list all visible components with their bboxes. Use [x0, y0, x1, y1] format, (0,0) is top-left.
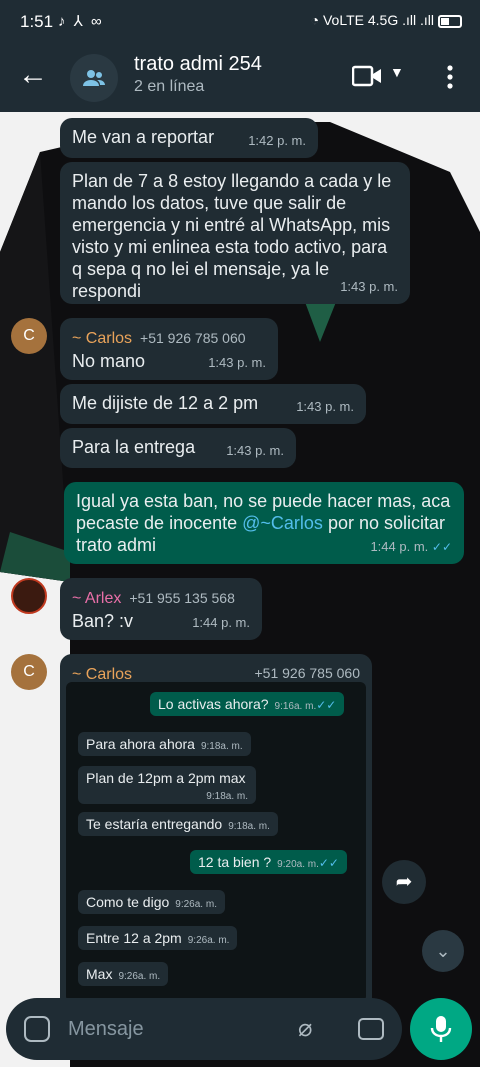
chat-header: ← trato admi 254 2 en línea ▼	[0, 44, 480, 112]
emoji-icon[interactable]	[24, 1016, 50, 1042]
message-bubble[interactable]: Plan de 7 a 8 estoy llegando a cada y le…	[60, 162, 410, 304]
battery-icon	[438, 14, 462, 28]
group-icon	[83, 70, 105, 86]
scroll-down-icon[interactable]: ⌄	[422, 930, 464, 972]
group-avatar[interactable]	[70, 54, 118, 102]
online-count: 2 en línea	[134, 78, 205, 95]
message-text: Me dijiste de 12 a 2 pm	[72, 393, 259, 413]
screenshot-image[interactable]: Lo activas ahora? 9:16a. m.✓✓ Para ahora …	[66, 682, 366, 1002]
screenshot-message-outgoing: 12 ta bien ? 9:20a. m.✓✓	[190, 850, 347, 874]
message-text: Me van a reportar	[72, 127, 215, 147]
message-time: 1:43 p. m.	[226, 443, 284, 458]
status-bar: 1:51 ♪ ⅄ ∞ ◔ VoLTE 4.5G .ıll .ıll	[0, 0, 480, 44]
sender-name[interactable]: ~ Arlex	[72, 590, 121, 607]
screenshot-message: Para ahora ahora 9:18a. m.	[78, 732, 251, 756]
message-time: 1:43 p. m.	[208, 355, 266, 370]
mention-link[interactable]: @~Carlos	[242, 513, 323, 533]
message-bubble-outgoing[interactable]: Igual ya esta ban, no se puede hacer mas…	[64, 482, 464, 564]
message-text: Para la entrega	[72, 437, 196, 457]
read-ticks-icon: ✓✓	[318, 856, 339, 870]
chat-area[interactable]: Me van a reportar 1:42 p. m. Plan de 7 a…	[0, 112, 480, 1067]
avatar-carlos[interactable]: C	[11, 318, 47, 354]
more-options-icon[interactable]	[438, 62, 462, 92]
screenshot-message: Entre 12 a 2pm 9:26a. m.	[78, 926, 238, 950]
sender-phone: +51 926 785 060	[254, 665, 361, 681]
mic-icon	[430, 1016, 452, 1042]
message-time: 1:42 p. m.	[248, 133, 306, 148]
message-time: 1:44 p. m.	[370, 539, 429, 554]
screenshot-message-outgoing: Lo activas ahora? 9:16a. m.✓✓	[150, 692, 345, 716]
message-bubble[interactable]: Para la entrega 1:43 p. m.	[60, 428, 296, 468]
message-bubble[interactable]: ~ Carlos +51 926 785 060 No mano 1:43 p. …	[60, 318, 278, 380]
chat-title[interactable]: trato admi 254	[134, 53, 262, 76]
sender-phone: +51 926 785 060	[140, 330, 246, 346]
message-bubble[interactable]: Me van a reportar 1:42 p. m.	[60, 118, 318, 158]
message-composer[interactable]: Mensaje ⌀	[6, 998, 402, 1060]
video-call-icon[interactable]	[352, 64, 382, 88]
message-time: 1:43 p. m.	[296, 399, 354, 414]
mic-button[interactable]	[410, 998, 472, 1060]
notification-icons: ♪ ⅄ ∞	[58, 13, 104, 30]
message-bubble[interactable]: ~ Arlex +51 955 135 568 Ban? :v 1:44 p. m…	[60, 578, 262, 640]
sender-name[interactable]: ~ Carlos	[72, 330, 132, 347]
read-ticks-icon: ✓✓	[316, 698, 337, 712]
chevron-down-icon[interactable]: ▼	[390, 64, 404, 80]
sender-name[interactable]: ~ Carlos	[72, 666, 132, 683]
screenshot-message: Te estaría entregando 9:18a. m.	[78, 812, 278, 836]
message-time: 1:43 p. m.	[340, 279, 398, 294]
attach-icon[interactable]: ⌀	[298, 1014, 312, 1043]
sender-phone: +51 955 135 568	[129, 590, 235, 606]
status-time: 1:51	[20, 12, 54, 31]
read-ticks-icon: ✓✓	[431, 540, 452, 554]
message-meta: 1:44 p. m. ✓✓	[370, 536, 452, 558]
message-bubble[interactable]: Me dijiste de 12 a 2 pm 1:43 p. m.	[60, 384, 366, 424]
message-input[interactable]: Mensaje	[68, 1018, 144, 1041]
screenshot-message: Max 9:26a. m.	[78, 962, 169, 986]
forward-icon[interactable]: ➦	[382, 860, 426, 904]
screenshot-message: Plan de 12pm a 2pm max 9:18a. m.	[78, 766, 256, 804]
message-time: 1:44 p. m.	[192, 615, 250, 630]
screenshot-message: Como te digo 9:26a. m.	[78, 890, 225, 914]
avatar-carlos[interactable]: C	[11, 654, 47, 690]
signal-icons: ◔ VoLTE 4.5G .ıll .ıll	[311, 12, 462, 28]
avatar-arlex[interactable]	[11, 578, 47, 614]
camera-icon[interactable]	[358, 1018, 384, 1040]
back-arrow-icon[interactable]: ←	[18, 58, 48, 92]
